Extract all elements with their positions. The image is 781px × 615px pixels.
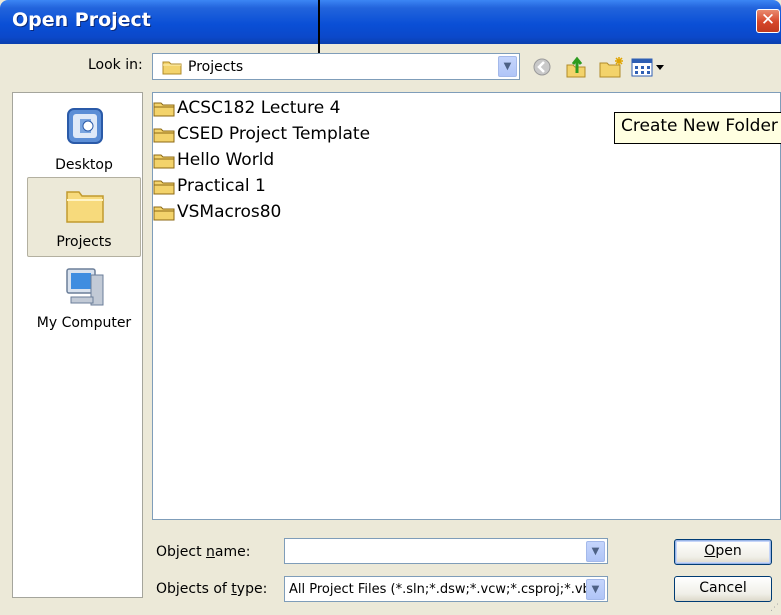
list-item[interactable]: Hello World — [153, 147, 274, 173]
resize-grip-icon[interactable]: ⋰ — [770, 603, 779, 613]
my-computer-icon — [66, 268, 104, 306]
label-part: ame: — [214, 544, 251, 560]
look-in-combo[interactable]: Projects ▼ — [152, 53, 520, 80]
place-label: My Computer — [36, 315, 132, 331]
object-type-label: Objects of type: — [156, 581, 267, 597]
look-in-label-text: Look in: — [88, 57, 143, 73]
views-menu-icon[interactable] — [630, 55, 670, 79]
window-title: Open Project — [12, 9, 151, 31]
place-desktop[interactable]: Desktop — [27, 101, 141, 181]
place-projects[interactable]: Projects — [27, 177, 141, 257]
label-part: Object — [156, 544, 207, 560]
folder-icon — [153, 154, 175, 169]
folder-icon — [66, 191, 104, 223]
label-part: ype: — [236, 581, 268, 597]
file-name: VSMacros80 — [177, 202, 282, 222]
object-name-label: Object name: — [156, 544, 250, 560]
file-name: CSED Project Template — [177, 124, 371, 144]
object-name-dropdown-button[interactable]: ▼ — [586, 541, 605, 562]
look-in-dropdown-button[interactable]: ▼ — [498, 56, 517, 77]
cancel-button[interactable]: Cancel — [674, 576, 772, 602]
file-name: Hello World — [177, 150, 275, 170]
file-name: ACSC182 Lecture 4 — [177, 98, 341, 118]
place-label: Projects — [56, 234, 112, 250]
place-label: Desktop — [55, 157, 113, 173]
list-item[interactable]: VSMacros80 — [153, 199, 281, 225]
object-type-dropdown-button[interactable]: ▼ — [586, 579, 605, 600]
tooltip: Create New Folder — [614, 112, 781, 144]
up-one-level-icon[interactable] — [564, 55, 588, 79]
object-name-input[interactable]: ▼ — [284, 538, 608, 564]
folder-icon — [153, 128, 175, 143]
button-accelerator: O — [704, 543, 716, 559]
open-button[interactable]: Open — [674, 539, 772, 565]
file-list[interactable]: ACSC182 Lecture 4 CSED Project Template … — [152, 92, 781, 520]
folder-icon — [162, 61, 182, 75]
places-bar: Desktop Projects My Computer — [12, 92, 143, 598]
folder-icon — [153, 206, 175, 221]
list-item[interactable]: ACSC182 Lecture 4 — [153, 95, 340, 121]
label-accelerator: n — [206, 544, 215, 560]
place-my-computer[interactable]: My Computer — [27, 259, 141, 339]
file-name: Practical 1 — [177, 176, 266, 196]
label-part: Objects of — [156, 581, 232, 597]
desktop-icon — [67, 108, 103, 144]
folder-icon — [153, 180, 175, 195]
list-item[interactable]: Practical 1 — [153, 173, 266, 199]
look-in-label: Look in: — [88, 57, 143, 73]
new-folder-icon[interactable] — [598, 55, 626, 79]
object-type-select[interactable]: All Project Files (*.sln;*.dsw;*.vcw;*.c… — [284, 576, 608, 602]
title-bar: Open Project ✕ — [0, 0, 781, 44]
close-button[interactable]: ✕ — [756, 9, 780, 33]
folder-icon — [153, 102, 175, 117]
list-item[interactable]: CSED Project Template — [153, 121, 370, 147]
button-label: pen — [715, 543, 742, 559]
object-type-value: All Project Files (*.sln;*.dsw;*.vcw;*.c… — [289, 582, 599, 597]
pointer-line — [318, 0, 320, 60]
back-arrow-icon[interactable] — [531, 55, 553, 79]
look-in-value: Projects — [188, 59, 244, 75]
